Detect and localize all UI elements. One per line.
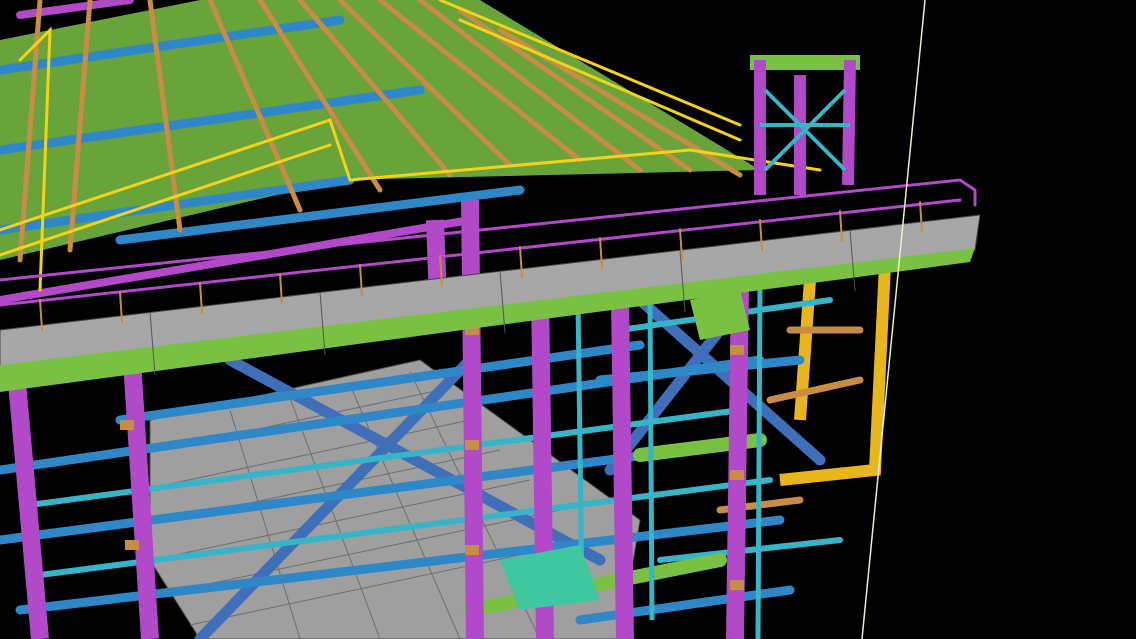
- model-viewport[interactable]: [0, 0, 1136, 639]
- steel-structure-render: [0, 0, 1136, 639]
